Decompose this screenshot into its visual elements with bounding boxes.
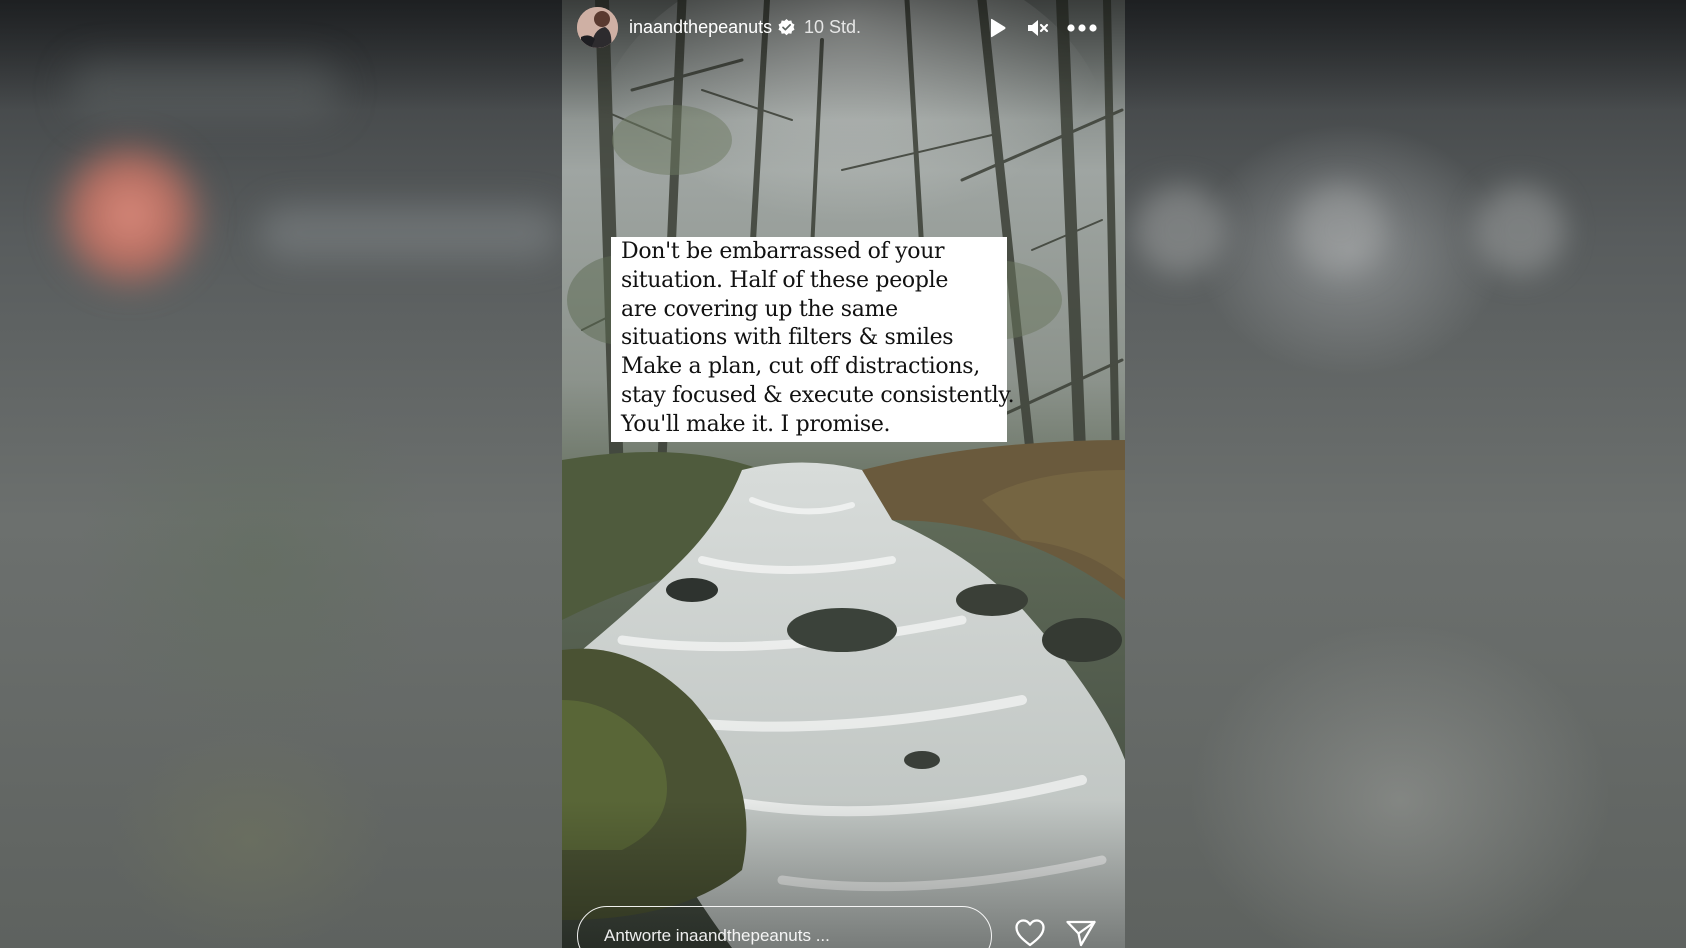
background-blur-shape [70, 60, 340, 120]
story-text-line: Make a plan, cut off distractions, [621, 354, 980, 380]
story-text: Don't be embarrassed of your situation. H… [621, 237, 1015, 440]
story-header: inaandthepeanuts 10 Std. [562, 0, 1125, 60]
heart-icon [1015, 919, 1045, 947]
speaker-muted-icon [1028, 20, 1049, 36]
play-icon [991, 18, 1006, 38]
avatar-image [577, 7, 618, 48]
reply-placeholder: Antworte inaandthepeanuts ... [604, 926, 830, 945]
paper-plane-icon [1066, 920, 1096, 947]
story-viewer[interactable]: Don't be embarrassed of your situation. H… [562, 0, 1125, 948]
story-timestamp: 10 Std. [804, 17, 862, 37]
avatar[interactable] [577, 7, 618, 48]
background-blur-icon [1475, 185, 1565, 275]
story-text-line: situation. Half of these people [621, 267, 949, 293]
story-text-line: situations with filters & smiles [621, 325, 954, 351]
background-blur-icon [1295, 185, 1385, 275]
story-text-line: are covering up the same [621, 296, 898, 322]
background-blur-avatar [50, 135, 210, 295]
more-options-button[interactable] [1065, 14, 1099, 42]
reply-input[interactable]: Antworte inaandthepeanuts ... [577, 906, 992, 948]
background-blur-shape [260, 205, 560, 260]
share-button[interactable] [1063, 915, 1099, 948]
story-text-line: Don't be embarrassed of your [621, 239, 945, 264]
story-photo [562, 0, 1125, 948]
story-username[interactable]: inaandthepeanuts [629, 17, 772, 38]
story-text-line: stay focused & execute consistently. [621, 382, 1015, 408]
more-horizontal-icon [1067, 24, 1097, 32]
background-blur-icon [1135, 185, 1225, 275]
play-button[interactable] [983, 14, 1011, 42]
like-button[interactable] [1012, 915, 1048, 948]
verified-badge-icon [777, 18, 796, 37]
story-text-sticker: Don't be embarrassed of your situation. H… [611, 237, 1015, 442]
story-text-line: You'll make it. I promise. [621, 411, 891, 437]
mute-button[interactable] [1024, 14, 1052, 42]
